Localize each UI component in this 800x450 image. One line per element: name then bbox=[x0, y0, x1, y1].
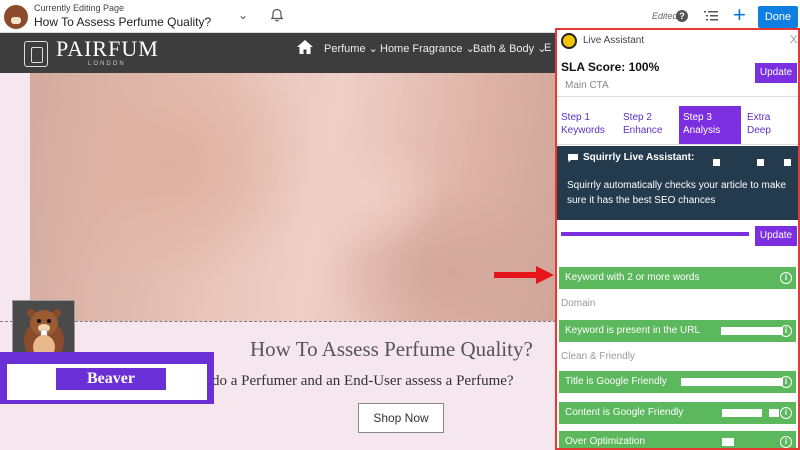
progress-bar bbox=[561, 232, 749, 236]
shop-now-button[interactable]: Shop Now bbox=[358, 403, 444, 433]
redaction-mark bbox=[721, 327, 783, 335]
category-domain: Domain bbox=[561, 298, 596, 309]
redaction-mark bbox=[715, 58, 723, 64]
info-icon[interactable]: i bbox=[780, 407, 792, 419]
tab-step-2[interactable]: Step 2 Enhance bbox=[619, 106, 677, 144]
check-title-friendly[interactable]: Title is Google Friendly i bbox=[559, 371, 796, 393]
tab-step-3-title: Step 3 bbox=[683, 112, 712, 123]
check-keyword-words[interactable]: Keyword with 2 or more words i bbox=[559, 267, 796, 289]
site-brand-sub: LONDON bbox=[88, 61, 126, 67]
page-title[interactable]: How To Assess Perfume Quality? bbox=[34, 15, 211, 29]
assistant-info-box: Squirrly Live Assistant: Squirrly automa… bbox=[557, 146, 798, 220]
divider bbox=[557, 96, 798, 97]
check-label: Title is Google Friendly bbox=[565, 376, 667, 387]
tab-step-3[interactable]: Step 3 Analysis bbox=[679, 106, 741, 144]
row-divider bbox=[0, 321, 556, 322]
redaction-mark bbox=[722, 409, 762, 417]
check-label: Keyword is present in the URL bbox=[565, 325, 701, 336]
perfume-bottle-logo-icon bbox=[24, 41, 48, 67]
screen: Currently Editing Page How To Assess Per… bbox=[0, 0, 800, 450]
editing-label: Currently Editing Page bbox=[34, 3, 125, 13]
tab-extra-title: Extra bbox=[747, 112, 771, 123]
nav-item-bath-body[interactable]: Bath & Body ⌄ bbox=[473, 42, 546, 55]
info-icon[interactable]: i bbox=[780, 376, 792, 388]
update-button-secondary[interactable]: Update bbox=[755, 226, 797, 246]
update-button[interactable]: Update bbox=[755, 63, 797, 83]
nav-item-more[interactable]: E bbox=[544, 42, 551, 54]
tab-step-1-title: Step 1 bbox=[561, 112, 590, 123]
close-icon[interactable]: X bbox=[790, 34, 797, 46]
done-button[interactable]: Done bbox=[758, 6, 798, 28]
tab-step-2-title: Step 2 bbox=[623, 112, 652, 123]
main-cta-label: Main CTA bbox=[565, 80, 609, 91]
check-keyword-url[interactable]: Keyword is present in the URL i bbox=[559, 320, 796, 342]
hero-subheading: do a Perfumer and an End-User assess a P… bbox=[212, 373, 514, 389]
chat-bubble-icon bbox=[568, 154, 578, 163]
tab-step-1-sub: Keywords bbox=[561, 125, 605, 136]
red-arrow-annotation bbox=[494, 266, 554, 284]
site-brand[interactable]: PAIRFUM bbox=[56, 36, 159, 62]
beaver-tag: Beaver bbox=[56, 368, 166, 390]
redaction-mark bbox=[769, 409, 779, 417]
redaction-mark bbox=[722, 438, 734, 446]
panel-title: Live Assistant bbox=[583, 35, 645, 46]
redaction-mark bbox=[681, 378, 783, 386]
nav-item-perfume[interactable]: Perfume ⌄ bbox=[324, 42, 378, 55]
help-icon[interactable]: ? bbox=[676, 10, 688, 22]
info-body: Squirrly automatically checks your artic… bbox=[567, 180, 786, 206]
tab-extra-sub: Deep bbox=[747, 125, 771, 136]
check-label: Keyword with 2 or more words bbox=[565, 272, 700, 283]
squirrly-logo-icon bbox=[561, 33, 577, 49]
hero-image-overlay bbox=[30, 73, 556, 321]
sla-score: SLA Score: 100% bbox=[561, 60, 660, 74]
redaction-mark bbox=[713, 159, 720, 166]
home-icon[interactable] bbox=[296, 39, 314, 55]
tab-step-2-sub: Enhance bbox=[623, 125, 663, 136]
redaction-mark bbox=[739, 58, 745, 64]
category-clean-friendly: Clean & Friendly bbox=[561, 351, 635, 362]
info-icon[interactable]: i bbox=[780, 272, 792, 284]
live-assistant-panel: Live Assistant X SLA Score: 100% Main CT… bbox=[555, 28, 800, 450]
info-title: Squirrly Live Assistant: bbox=[583, 152, 695, 163]
tab-step-1[interactable]: Step 1 Keywords bbox=[557, 106, 617, 144]
check-label: Over Optimization bbox=[565, 436, 646, 447]
info-icon[interactable]: i bbox=[780, 325, 792, 337]
chevron-down-icon[interactable]: ⌄ bbox=[238, 8, 248, 22]
hero-heading: How To Assess Perfume Quality? bbox=[250, 337, 533, 361]
divider bbox=[557, 144, 798, 145]
check-over-optimization[interactable]: Over Optimization i bbox=[559, 431, 796, 448]
outline-list-icon[interactable] bbox=[704, 10, 718, 22]
redaction-mark bbox=[757, 159, 764, 166]
add-content-icon[interactable]: + bbox=[733, 4, 746, 26]
tab-step-3-sub: Analysis bbox=[683, 125, 721, 136]
check-label: Content is Google Friendly bbox=[565, 407, 684, 418]
tab-extra[interactable]: Extra Deep bbox=[743, 106, 798, 144]
panel-header: Live Assistant X bbox=[557, 30, 798, 52]
redaction-mark bbox=[784, 159, 791, 166]
beaver-builder-logo-icon[interactable] bbox=[4, 5, 28, 29]
info-icon[interactable]: i bbox=[780, 436, 792, 448]
edited-status: Edited bbox=[652, 11, 678, 21]
nav-item-home-fragrance[interactable]: Home Fragrance ⌄ bbox=[380, 42, 475, 55]
bell-icon[interactable] bbox=[270, 8, 284, 22]
check-content-friendly[interactable]: Content is Google Friendly i bbox=[559, 402, 796, 424]
